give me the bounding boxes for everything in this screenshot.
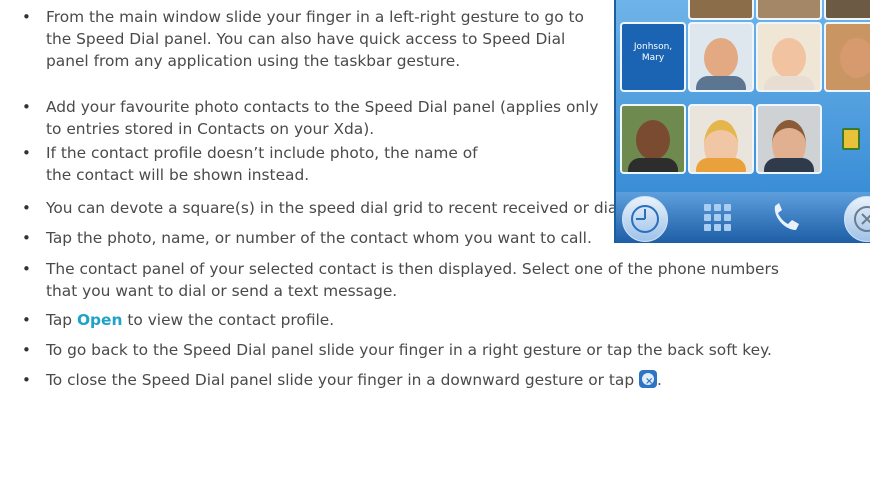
taskbar xyxy=(616,192,870,243)
dial-pad-icon xyxy=(704,204,711,211)
list-item: • To go back to the Speed Dial panel sli… xyxy=(22,339,870,361)
shirt-icon xyxy=(696,158,746,172)
list-item: • To close the Speed Dial panel slide yo… xyxy=(22,369,870,391)
speed-dial-screenshot: Jonhson, Mary xyxy=(614,0,870,243)
open-suffix: to view the contact profile. xyxy=(122,311,335,329)
bullet-dot: • xyxy=(22,311,31,329)
contact-name: Jonhson, Mary xyxy=(633,42,673,63)
list-item-text: Add your favourite photo contacts to the… xyxy=(46,98,599,138)
bullet-dot: • xyxy=(22,98,31,116)
bullet-dot: • xyxy=(22,260,31,278)
contact-name-tile: Jonhson, Mary xyxy=(620,22,686,92)
list-item-text: From the main window slide your finger i… xyxy=(46,8,584,70)
contact-photo-tile xyxy=(756,104,822,174)
list-item-text: To close the Speed Dial panel slide your… xyxy=(46,369,870,391)
shirt-icon xyxy=(696,76,746,90)
close-button[interactable] xyxy=(844,196,870,242)
bullet-dot: • xyxy=(22,341,31,359)
face-icon xyxy=(636,120,670,160)
face-icon xyxy=(704,38,738,78)
bullet-dot: • xyxy=(22,8,31,26)
list-item: • The contact panel of your selected con… xyxy=(22,258,782,302)
bullet-dot: • xyxy=(22,144,31,162)
list-item: • Tap Open to view the contact profile. xyxy=(22,309,862,331)
list-item-text: Tap Open to view the contact profile. xyxy=(46,309,862,331)
close-instruction: To close the Speed Dial panel slide your… xyxy=(46,371,640,389)
clock-button[interactable] xyxy=(622,196,668,242)
close-circle-icon xyxy=(854,206,870,232)
shirt-icon xyxy=(628,158,678,172)
dial-pad-button[interactable] xyxy=(698,200,738,236)
contact-photo-tile xyxy=(824,22,870,92)
face-icon xyxy=(840,38,870,78)
call-button[interactable] xyxy=(766,200,806,236)
bullet-dot: • xyxy=(22,371,31,389)
shirt-icon xyxy=(764,158,814,172)
list-item: • If the contact profile doesn’t include… xyxy=(22,142,502,186)
list-item-text: If the contact profile doesn’t include p… xyxy=(46,144,478,184)
contact-photo-tile xyxy=(824,0,870,20)
phone-icon xyxy=(774,203,799,230)
contact-photo-tile xyxy=(688,104,754,174)
close-end: . xyxy=(657,371,662,389)
contact-photo-tile xyxy=(756,22,822,92)
open-keyword: Open xyxy=(76,311,123,329)
list-item: • From the main window slide your finger… xyxy=(22,6,602,72)
shirt-icon xyxy=(764,76,814,90)
close-icon: × xyxy=(639,370,658,388)
bullet-dot: • xyxy=(22,229,31,247)
face-icon xyxy=(772,38,806,78)
contact-photo-tile xyxy=(756,0,822,20)
clock-icon xyxy=(631,205,659,233)
list-item-text: To go back to the Speed Dial panel slide… xyxy=(46,341,772,359)
open-prefix: Tap xyxy=(46,311,77,329)
contact-photo-tile xyxy=(620,104,686,174)
list-item: • Add your favourite photo contacts to t… xyxy=(22,96,602,140)
contact-photo-tile xyxy=(688,22,754,92)
app-icon xyxy=(842,128,860,150)
list-item-text: The contact panel of your selected conta… xyxy=(46,260,779,300)
bullet-dot: • xyxy=(22,199,31,217)
contact-photo-tile xyxy=(688,0,754,20)
